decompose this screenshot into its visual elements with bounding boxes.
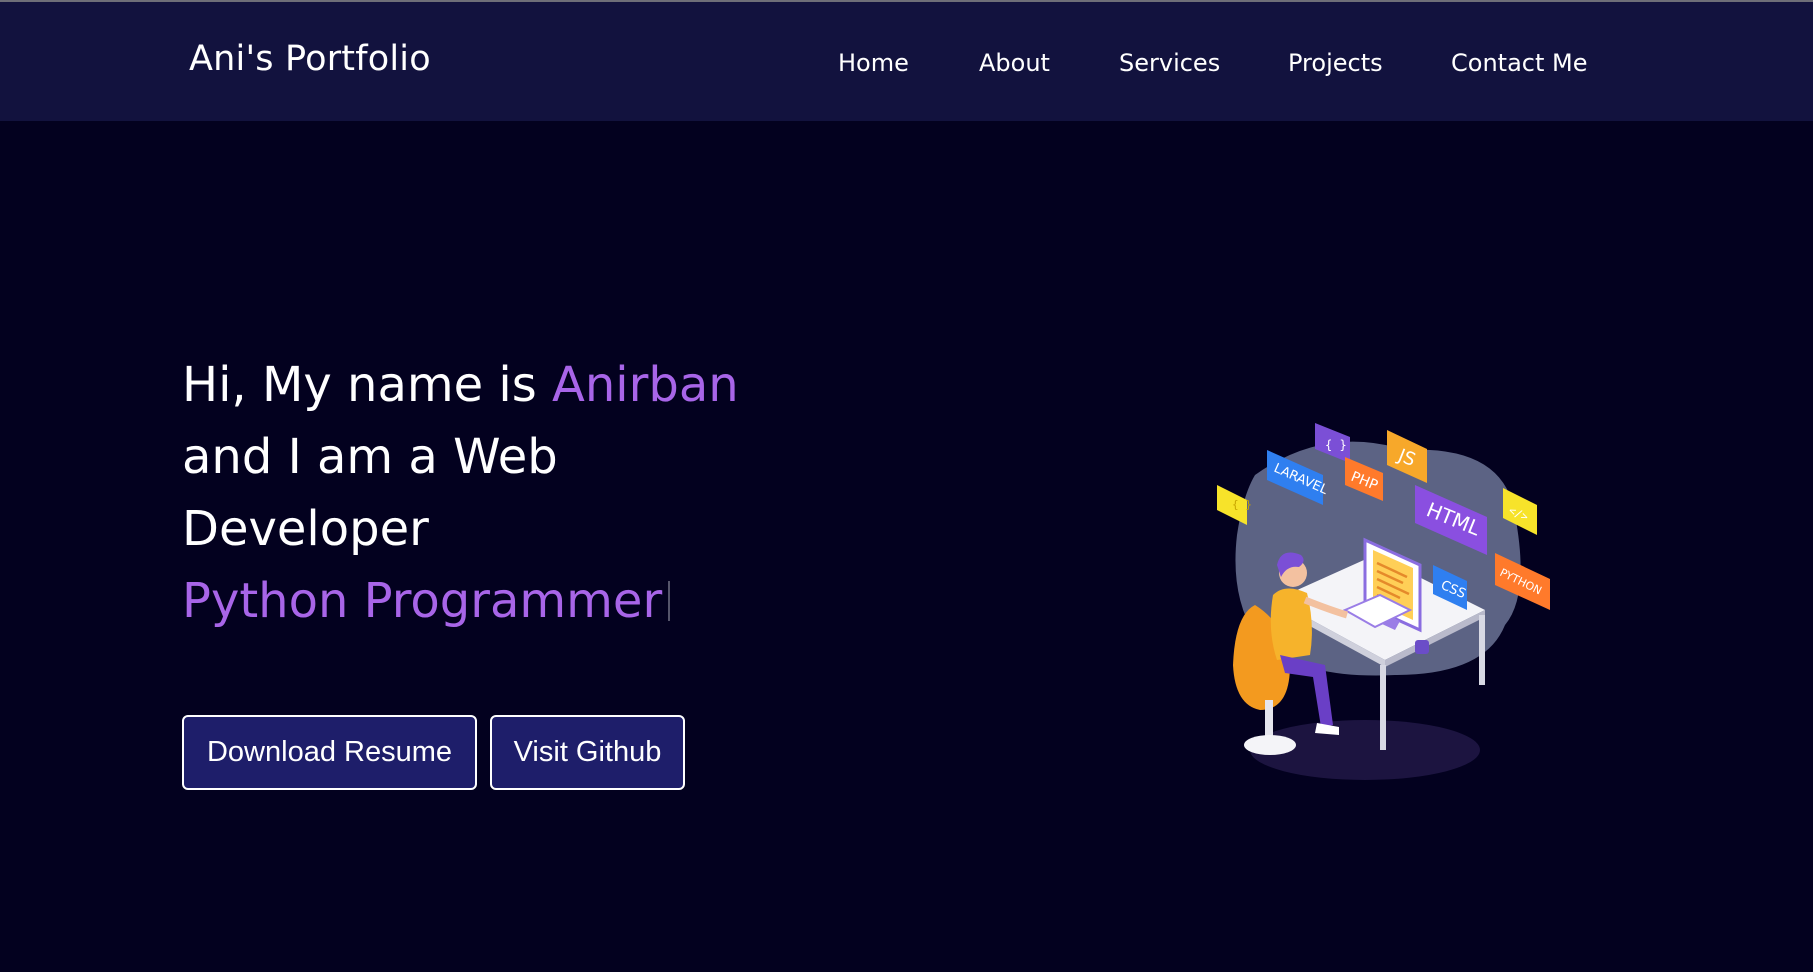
nav-link-home[interactable]: Home: [838, 49, 909, 77]
svg-text:{ }: { }: [1232, 498, 1252, 511]
nav-link-services[interactable]: Services: [1119, 49, 1220, 77]
download-resume-button[interactable]: Download Resume: [182, 715, 477, 790]
typed-role: Python Programmer: [182, 573, 663, 629]
hero-line-1: Hi, My name is Anirban: [182, 349, 882, 421]
desk-leg-right: [1479, 615, 1485, 685]
svg-text:{ }: { }: [1325, 438, 1347, 452]
person-legs: [1280, 655, 1333, 727]
hero-line-3: Developer: [182, 501, 429, 557]
hero-name: Anirban: [552, 357, 739, 413]
nav-link-about[interactable]: About: [979, 49, 1050, 77]
hero-typed-line: Python Programmer: [182, 565, 882, 637]
developer-illustration: { } LARAVEL { } PHP JS HTML </> CSS PYTH…: [1217, 423, 1550, 780]
portfolio-page: Ani's Portfolio Home About Services Proj…: [0, 0, 1813, 972]
hero-line-2: and I am a Web: [182, 429, 558, 485]
tag-braces-left: { }: [1217, 485, 1252, 525]
coffee-cup: [1415, 640, 1429, 654]
typing-cursor: [668, 581, 671, 621]
hero-text: Hi, My name is Anirban and I am a Web De…: [182, 349, 882, 637]
visit-github-button[interactable]: Visit Github: [490, 715, 685, 790]
desk-leg: [1380, 665, 1386, 750]
hero-greeting: Hi, My name is: [182, 357, 553, 413]
chair-base: [1244, 735, 1296, 755]
nav-link-contact[interactable]: Contact Me: [1451, 49, 1587, 77]
nav-menu: Home About Services Projects Contact Me: [0, 2, 1813, 121]
navbar: Ani's Portfolio Home About Services Proj…: [0, 2, 1813, 121]
chair-post: [1265, 700, 1273, 740]
nav-link-projects[interactable]: Projects: [1288, 49, 1383, 77]
